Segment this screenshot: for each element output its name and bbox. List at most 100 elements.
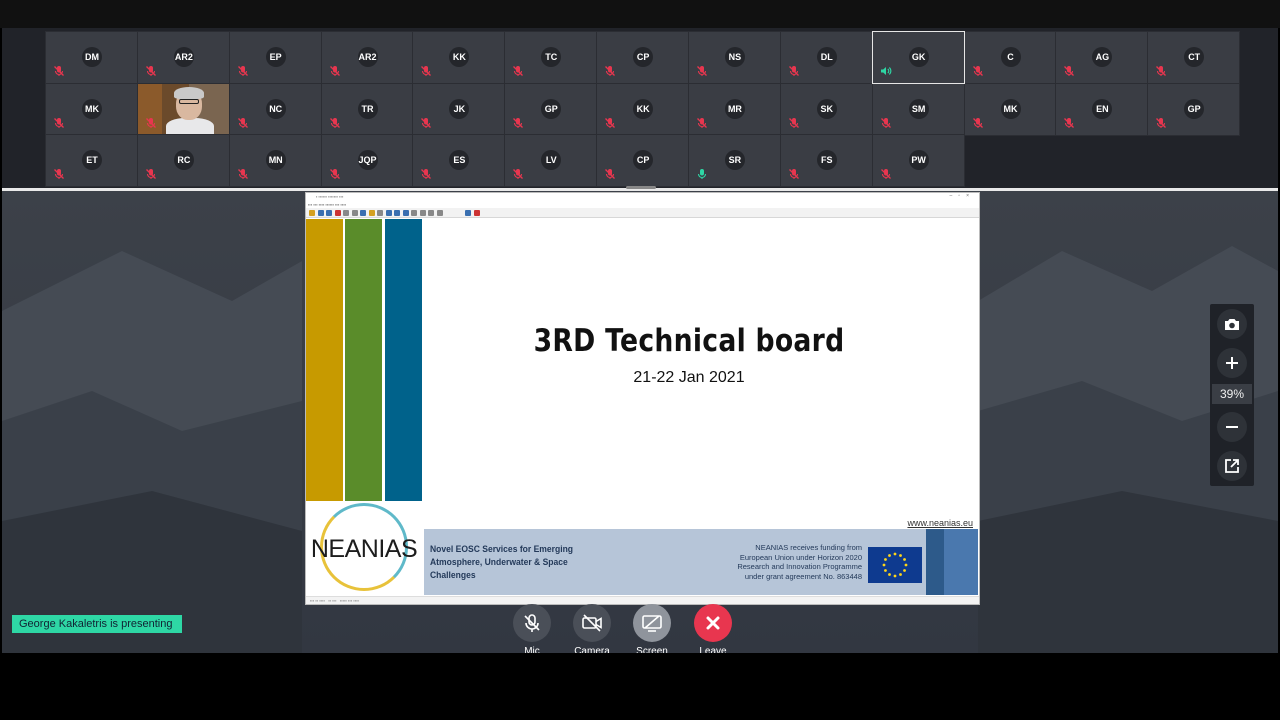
participant-tile[interactable]: TR: [320, 82, 414, 136]
toolbar-tool-icon[interactable]: [419, 210, 426, 216]
zoom-out-button[interactable]: [1217, 412, 1247, 442]
participant-avatar: AG: [1092, 47, 1113, 67]
screen-share-button[interactable]: [633, 604, 671, 642]
footer-accent: [944, 529, 978, 595]
toolbar-tool-icon[interactable]: [317, 210, 324, 216]
participant-tile[interactable]: JQP: [320, 134, 414, 187]
participant-tile[interactable]: NC: [228, 82, 322, 136]
mic-on-icon: [697, 169, 706, 179]
toolbar-tool-icon[interactable]: [351, 210, 358, 216]
participant-tile[interactable]: TC: [504, 31, 598, 84]
participant-strip: DM AR2 EP AR2 KK TC CP NS DL GK C AG CT MK NC TR JK GP KK M…: [2, 28, 1278, 188]
participant-tile[interactable]: RC: [136, 134, 230, 187]
participant-tile[interactable]: EN: [1055, 82, 1149, 136]
participant-tile[interactable]: KK: [596, 82, 690, 136]
participant-tile[interactable]: CP: [596, 31, 690, 84]
mic-muted-icon: [972, 66, 983, 76]
mic-muted-icon: [972, 117, 983, 128]
participant-tile[interactable]: JK: [412, 82, 506, 136]
toolbar-tool-icon[interactable]: [402, 210, 409, 216]
plus-icon: [1226, 357, 1238, 369]
mic-muted-icon: [237, 169, 248, 179]
camera-button[interactable]: [573, 604, 611, 642]
participant-tile[interactable]: NS: [687, 31, 781, 84]
toolbar-tool-icon[interactable]: [360, 210, 366, 216]
toolbar-tool-icon[interactable]: [394, 210, 400, 216]
mic-muted-icon: [880, 117, 891, 128]
participant-tile[interactable]: GP: [1147, 82, 1241, 136]
mic-muted-icon: [237, 117, 248, 128]
toolbar-tool-icon[interactable]: [326, 210, 332, 216]
participant-tile[interactable]: MK: [963, 82, 1057, 136]
participant-tile[interactable]: ES: [412, 134, 506, 187]
participant-tile[interactable]: ET: [45, 134, 138, 187]
participant-tile[interactable]: GK: [871, 31, 965, 84]
participant-tile[interactable]: FS: [779, 134, 873, 187]
participant-tile[interactable]: MR: [687, 82, 781, 136]
eu-star: [899, 554, 902, 557]
toolbar-tool-icon[interactable]: [334, 210, 341, 216]
participant-video-tile[interactable]: [136, 82, 230, 136]
viewer-title-bar: ▪ ▪▪▪▪▪▪ ▪▪▪▪▪▪▪ ▪▪▪ –▫×: [306, 193, 979, 202]
presentation-slide: 3RD Technical board 21-22 Jan 2021 NEANI…: [306, 219, 979, 596]
participant-avatar: GK: [908, 47, 929, 67]
participant-tile[interactable]: SK: [779, 82, 873, 136]
close-icon: [706, 616, 720, 630]
toolbar-tool-icon[interactable]: [411, 210, 417, 216]
participant-tile[interactable]: PW: [871, 134, 965, 187]
viewer-status-bar: ▪▪▪ ▪▪ ▪▪▪▪ ▪▪ ▪▪▪ ▪▪▪▪▪ ▪▪▪ ▪▪▪▪: [306, 596, 979, 604]
mic-muted-icon: [145, 117, 156, 128]
toolbar-tool-icon[interactable]: [309, 210, 315, 216]
participant-tile[interactable]: CT: [1147, 31, 1241, 84]
participant-tile[interactable]: AR2: [320, 31, 414, 84]
participant-tile[interactable]: MN: [228, 134, 322, 187]
participant-tile[interactable]: LV: [504, 134, 598, 187]
mic-muted-icon: [696, 117, 707, 128]
eu-star: [884, 569, 887, 572]
snapshot-button[interactable]: [1217, 309, 1247, 339]
viewer-title-text: ▪ ▪▪▪▪▪▪ ▪▪▪▪▪▪▪ ▪▪▪: [316, 194, 344, 199]
participant-tile[interactable]: CP: [596, 134, 690, 187]
camera-off-icon: [582, 614, 602, 632]
participant-tile[interactable]: AR2: [136, 31, 230, 84]
toolbar-tool-icon[interactable]: [368, 210, 375, 216]
participant-tile[interactable]: KK: [412, 31, 506, 84]
toolbar-tool-icon[interactable]: [343, 210, 349, 216]
mic-muted-icon: [696, 66, 707, 76]
neanias-logo: NEANIAS: [306, 501, 422, 596]
shared-screen[interactable]: ▪ ▪▪▪▪▪▪ ▪▪▪▪▪▪▪ ▪▪▪ –▫× ▪▪▪ ▪▪▪ ▪▪▪▪ ▪▪…: [305, 192, 980, 605]
participant-avatar: AR2: [173, 47, 194, 67]
mic-muted-icon: [145, 169, 156, 179]
strip-resize-handle[interactable]: [626, 186, 656, 189]
mic-muted-icon: [880, 169, 891, 179]
participant-tile[interactable]: SR: [687, 134, 781, 187]
participant-tile[interactable]: C: [963, 31, 1057, 84]
pop-out-button[interactable]: [1217, 451, 1247, 481]
participant-tile[interactable]: EP: [228, 31, 322, 84]
top-band: [0, 0, 1280, 28]
toolbar-tool-icon[interactable]: [436, 210, 443, 216]
participant-tile[interactable]: GP: [504, 82, 598, 136]
toolbar-tool-icon[interactable]: [385, 210, 392, 216]
participant-tile[interactable]: MK: [45, 82, 138, 136]
toolbar-tool-icon[interactable]: [428, 210, 434, 216]
minus-icon: [1226, 426, 1238, 428]
toolbar-tool-icon[interactable]: [465, 210, 471, 216]
toolbar-tool-icon[interactable]: [377, 210, 383, 216]
toolbar-tool-icon[interactable]: [473, 210, 480, 216]
participant-tile[interactable]: DM: [45, 31, 138, 84]
participant-tile[interactable]: SM: [871, 82, 965, 136]
participant-avatar: KK: [633, 98, 654, 119]
leave-button[interactable]: [694, 604, 732, 642]
viewer-menu-bar: ▪▪▪ ▪▪▪ ▪▪▪▪ ▪▪▪▪▪▪ ▪▪▪ ▪▪▪▪: [308, 202, 347, 207]
slide-funding-note: NEANIAS receives funding from European U…: [737, 543, 862, 581]
mic-muted-icon: [605, 117, 616, 128]
video-person: [165, 117, 214, 135]
mic-button[interactable]: [513, 604, 551, 642]
slide-bar-gold: [306, 219, 343, 501]
participant-tile[interactable]: AG: [1055, 31, 1149, 84]
logo-text: NEANIAS: [310, 535, 418, 563]
participant-avatar: MK: [1000, 98, 1021, 119]
zoom-in-button[interactable]: [1217, 348, 1247, 378]
participant-tile[interactable]: DL: [779, 31, 873, 84]
